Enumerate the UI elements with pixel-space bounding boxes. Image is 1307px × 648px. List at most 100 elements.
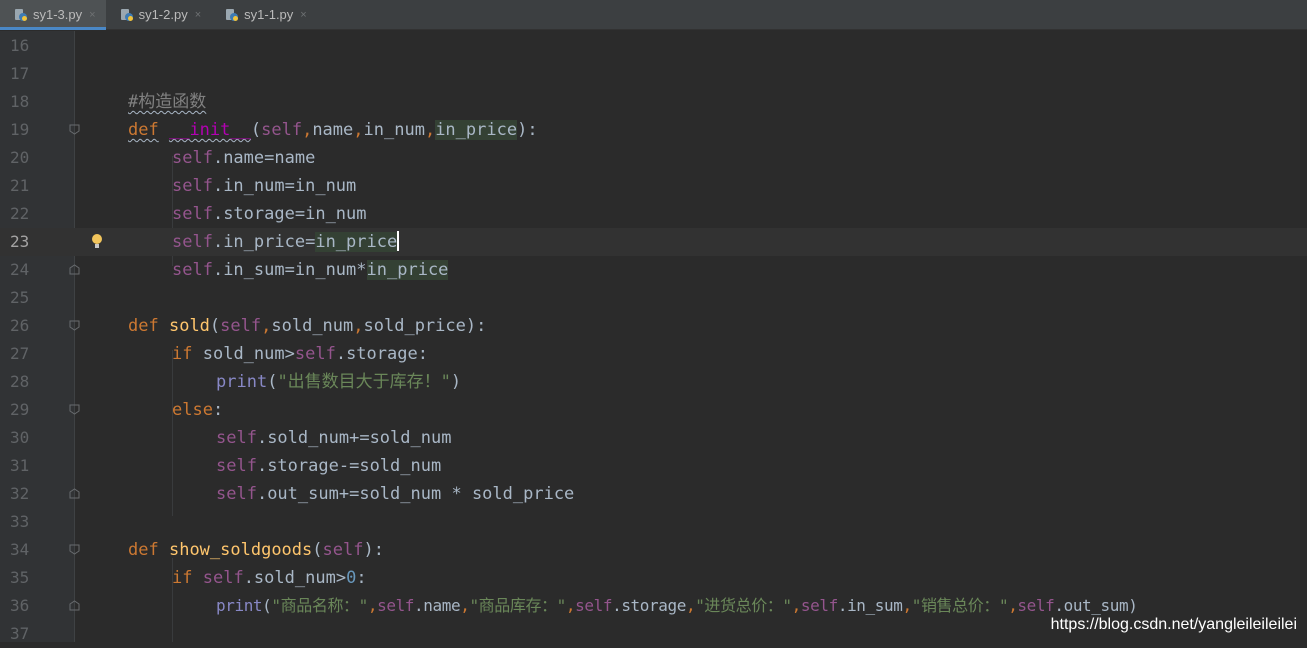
line-number: 22: [10, 204, 30, 223]
param: sold_price: [363, 316, 466, 336]
code-editor[interactable]: 16 17 18 #构造函数 19 def __init__(self,name…: [0, 31, 1307, 643]
code-text: self.storage=in_num: [172, 204, 367, 224]
line-number: 31: [10, 456, 30, 475]
fold-marker-icon[interactable]: [69, 544, 80, 555]
fold-marker-icon[interactable]: [69, 264, 80, 275]
tab-label: sy1-2.py: [138, 7, 188, 22]
code-text: self.sold_num+=sold_num: [216, 428, 452, 448]
line-number: 21: [10, 176, 30, 195]
self-keyword: self: [294, 344, 336, 364]
line-number: 29: [10, 400, 30, 419]
code-line[interactable]: 32 self.out_sum+=sold_num * sold_price: [0, 480, 1307, 508]
close-icon[interactable]: ×: [300, 9, 306, 21]
code-line[interactable]: 30 self.sold_num+=sold_num: [0, 424, 1307, 452]
code-line[interactable]: 27 if sold_num>self.storage:: [0, 340, 1307, 368]
comment: #构造函数: [128, 92, 207, 112]
code-line[interactable]: 33: [0, 508, 1307, 536]
string-literal: "进货总价：": [695, 596, 792, 615]
code-line[interactable]: 17: [0, 60, 1307, 88]
fold-marker-icon[interactable]: [69, 600, 80, 611]
builtin-print: print: [216, 596, 263, 615]
code-text: if self.sold_num>0:: [172, 568, 367, 588]
code-line[interactable]: 26 def sold(self,sold_num,sold_price):: [0, 312, 1307, 340]
code-line[interactable]: 19 def __init__(self,name,in_num,in_pric…: [0, 116, 1307, 144]
python-file-icon: [15, 8, 27, 21]
python-file-icon: [120, 8, 133, 21]
self-keyword: self: [172, 176, 213, 196]
line-number: 37: [10, 624, 30, 643]
line-number: 23: [10, 232, 30, 251]
attribute: .storage: [612, 596, 686, 615]
code-text: self.out_sum+=sold_num * sold_price: [216, 484, 575, 504]
code-line[interactable]: 16: [0, 32, 1307, 60]
self-keyword: self: [172, 148, 213, 168]
line-number: 17: [10, 64, 30, 83]
code-text: def show_soldgoods(self):: [128, 540, 384, 560]
fold-marker-icon[interactable]: [69, 488, 80, 499]
code-line[interactable]: 22 self.storage=in_num: [0, 200, 1307, 228]
function-name: __init__: [168, 120, 251, 140]
code-text: def sold(self,sold_num,sold_price):: [128, 316, 487, 336]
function-name: show_soldgoods: [168, 540, 313, 560]
identifier: in_num: [294, 176, 357, 196]
code-line[interactable]: 25: [0, 284, 1307, 312]
code-line[interactable]: 24 self.in_sum=in_num*in_price: [0, 256, 1307, 284]
string-literal: "销售总价：": [911, 596, 1009, 615]
line-number: 16: [10, 36, 30, 55]
code-text: self.in_sum=in_num*in_price: [172, 260, 449, 280]
code-text: def __init__(self,name,in_num,in_price):: [128, 120, 538, 140]
attribute: .storage: [256, 456, 339, 476]
identifier: sold_num: [369, 428, 452, 448]
tab-sy1-3[interactable]: sy1-3.py ×: [0, 0, 106, 30]
tab-sy1-2[interactable]: sy1-2.py ×: [106, 0, 212, 29]
line-number: 34: [10, 540, 30, 559]
code-line[interactable]: 35 if self.sold_num>0:: [0, 564, 1307, 592]
line-number: 33: [10, 512, 30, 531]
code-line[interactable]: 28 print("出售数目大于库存！"): [0, 368, 1307, 396]
tab-sy1-1[interactable]: sy1-1.py ×: [211, 0, 317, 29]
text-cursor: [397, 231, 400, 251]
param: name: [312, 120, 354, 140]
code-text: print("商品名称：",self.name,"商品库存：",self.sto…: [216, 596, 1138, 615]
code-text: if sold_num>self.storage:: [172, 344, 428, 364]
builtin-print: print: [216, 372, 268, 392]
code-text: else:: [172, 400, 224, 420]
fold-marker-icon[interactable]: [69, 404, 80, 415]
self-keyword: self: [322, 540, 364, 560]
code-line[interactable]: 20 self.name=name: [0, 144, 1307, 172]
fold-marker-icon[interactable]: [69, 124, 80, 135]
code-line[interactable]: 29 else:: [0, 396, 1307, 424]
line-number: 24: [10, 260, 30, 279]
code-line-current[interactable]: 23 self.in_price=in_price: [0, 228, 1307, 256]
attribute: .sold_num: [243, 568, 336, 588]
attribute: .out_sum: [256, 484, 339, 504]
self-keyword: self: [575, 596, 613, 615]
number-literal: 0: [346, 568, 357, 588]
attribute: .sold_num: [256, 428, 350, 448]
code-line[interactable]: 31 self.storage-=sold_num: [0, 452, 1307, 480]
line-number: 28: [10, 372, 30, 391]
editor-tab-bar: sy1-3.py × sy1-2.py × sy1-1.py ×: [0, 0, 1307, 30]
code-line[interactable]: 34 def show_soldgoods(self):: [0, 536, 1307, 564]
code-text: self.in_price=in_price: [172, 231, 400, 252]
line-number: 20: [10, 148, 30, 167]
function-name: sold: [168, 316, 210, 336]
attribute: .storage: [335, 344, 418, 364]
close-icon[interactable]: ×: [195, 9, 201, 21]
attribute: .out_sum: [1054, 596, 1129, 615]
fold-marker-icon[interactable]: [69, 320, 80, 331]
string-literal: "商品库存：": [469, 596, 566, 615]
string-literal: "商品名称：": [271, 596, 368, 615]
close-icon[interactable]: ×: [89, 9, 95, 21]
self-keyword: self: [172, 204, 213, 224]
identifier: in_num: [294, 260, 357, 280]
param: in_num: [363, 120, 425, 140]
code-text: self.name=name: [172, 148, 316, 168]
line-number: 25: [10, 288, 30, 307]
identifier-highlighted: in_price: [366, 260, 449, 280]
attribute: .in_num: [212, 176, 285, 196]
lightbulb-icon[interactable]: [90, 232, 104, 252]
code-line[interactable]: 21 self.in_num=in_num: [0, 172, 1307, 200]
watermark-url: https://blog.csdn.net/yangleileileilei: [1050, 616, 1297, 633]
code-line[interactable]: 18 #构造函数: [0, 88, 1307, 116]
